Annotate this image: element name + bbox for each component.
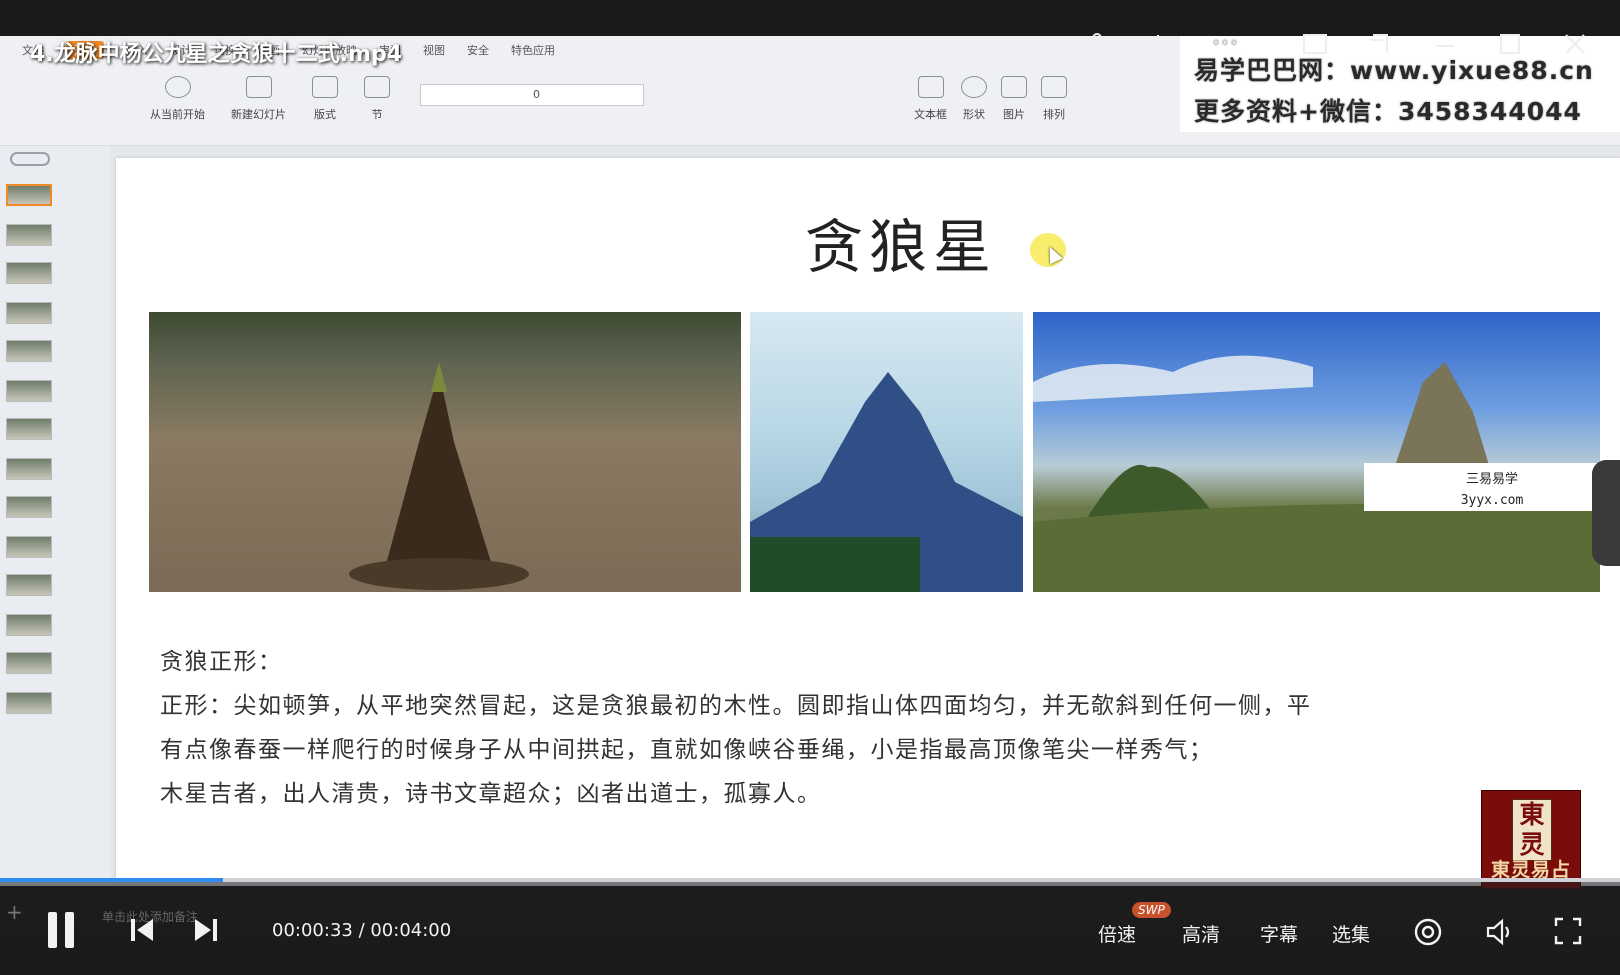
photo-hills-landscape <box>1033 312 1600 592</box>
body-line: 有点像春蚕一样爬行的时候身子从中间拱起，直就如像峡谷垂绳，小是指最高顶像笔尖一样… <box>160 737 1214 763</box>
tool-play-from-current: 从当前开始 <box>150 76 205 122</box>
channel-logo: 東 灵 東灵易占 <box>1481 790 1581 889</box>
photo-pointed-peak <box>750 312 1023 592</box>
more-icon[interactable]: ··· <box>1210 29 1240 62</box>
caption-line-1: 三易易学 <box>1465 472 1518 487</box>
quality-button[interactable]: 高清 <box>1182 920 1220 947</box>
player-controls: + 单击此处添加备注 00:00:33 / 00:04:00 SWP 倍速 高清… <box>0 882 1620 975</box>
layout-icon <box>312 76 338 98</box>
slide-thumbnail <box>6 574 52 596</box>
episodes-button[interactable]: 选集 <box>1332 920 1370 947</box>
top-bar <box>0 0 1620 36</box>
new-slide-icon <box>245 76 272 98</box>
slide-body-text: 贪狼正形： 正形：尖如顿笋，从平地突然冒起，这是贪狼最初的木性。圆即指山体四面均… <box>160 640 1600 816</box>
body-line: 木星吉者，出人清贵，诗书文章超众；凶者出道士，孤寡人。 <box>160 781 822 807</box>
logo-seal: 東 灵 <box>1512 799 1552 861</box>
fullscreen-button[interactable] <box>1553 916 1583 950</box>
prev-button[interactable] <box>128 916 156 948</box>
slide-title: 贪狼星 <box>805 213 998 281</box>
duration: 00:04:00 <box>370 920 452 941</box>
settings-icon <box>1414 918 1442 946</box>
time-display: 00:00:33 / 00:04:00 <box>272 920 451 941</box>
play-circle-icon <box>164 76 191 98</box>
swp-badge: SWP <box>1132 902 1171 918</box>
slide-thumbnail <box>6 262 52 284</box>
textbox-icon <box>917 76 944 98</box>
menu-view: 视图 <box>423 44 445 57</box>
body-line: 正形：尖如顿笋，从平地突然冒起，这是贪狼最初的木性。圆即指山体四面均匀，并无欹斜… <box>160 693 1312 719</box>
speed-button[interactable]: 倍速 <box>1098 920 1136 947</box>
settings-button[interactable] <box>1412 916 1444 952</box>
download-icon[interactable] <box>1143 32 1173 62</box>
side-handle[interactable] <box>1592 460 1620 566</box>
slide-thumbnail <box>6 340 52 362</box>
photo-bamboo-shoot <box>149 312 741 592</box>
plus-icon: + <box>6 900 23 924</box>
shape-icon <box>961 76 987 98</box>
watermark-line-1: 易学巴巴网：www.yixue88.cn <box>1194 56 1594 85</box>
pause-icon <box>48 912 57 948</box>
slide-thumbnail-panel <box>0 146 110 886</box>
tool-layout: 版式 <box>312 76 338 122</box>
tool-textbox: 文本框 <box>914 76 947 122</box>
body-line-heading: 贪狼正形： <box>160 649 283 675</box>
menu-features: 特色应用 <box>511 44 555 57</box>
ppt-toolrow: 从当前开始 新建幻灯片 版式 节 0 文本框 形状 图片 排列 <box>0 76 1180 146</box>
close-icon[interactable] <box>1560 32 1590 62</box>
pause-button[interactable] <box>48 912 76 948</box>
slide-thumbnail <box>6 418 52 440</box>
site-watermark: 易学巴巴网：www.yixue88.cn 更多资料+微信：3458344044 <box>1180 36 1620 132</box>
video-player[interactable]: 文件 开始 插入 设计 切换 动画 幻灯片放映 审阅 视图 安全 特色应用 从当… <box>0 0 1620 975</box>
subtitle-button[interactable]: 字幕 <box>1260 920 1298 947</box>
font-size-box: 0 <box>420 84 644 106</box>
video-title: 4.龙脉中杨公九星之贪狼十二式.mp4 <box>30 42 403 67</box>
slide-thumbnail <box>6 652 52 674</box>
current-time: 00:00:33 <box>272 920 353 941</box>
tool-picture: 图片 <box>1001 76 1027 122</box>
slide-thumbnail <box>6 692 52 714</box>
section-icon <box>364 76 390 98</box>
slide-thumbnail <box>6 302 52 324</box>
share-icon[interactable] <box>1075 32 1105 62</box>
next-icon <box>195 919 217 941</box>
arrange-icon <box>1041 76 1067 98</box>
volume-button[interactable] <box>1484 916 1516 952</box>
minimize-icon[interactable] <box>1430 32 1460 62</box>
tool-arrange: 排列 <box>1041 76 1067 122</box>
prev-icon <box>131 919 153 941</box>
time-separator: / <box>352 920 371 941</box>
maximize-icon[interactable] <box>1495 32 1525 62</box>
panel-toggle-icon <box>10 152 50 166</box>
menu-security: 安全 <box>467 44 489 57</box>
slide-thumbnail <box>6 224 52 246</box>
tool-shape: 形状 <box>961 76 987 122</box>
caption-line-2: 3yyx.com <box>1460 493 1524 508</box>
picture-icon <box>1001 76 1027 98</box>
slide-thumbnail <box>6 458 52 480</box>
slide-thumbnail <box>6 496 52 518</box>
pin-icon[interactable] <box>1365 32 1395 62</box>
pip-icon[interactable] <box>1300 32 1330 62</box>
volume-icon <box>1486 918 1510 946</box>
tool-new-slide: 新建幻灯片 <box>231 76 286 122</box>
pause-icon-bar <box>65 912 74 948</box>
site-caption-box: 三易易学 3yyx.com <box>1364 463 1620 511</box>
slide-thumbnail <box>6 184 52 206</box>
fullscreen-icon <box>1554 917 1582 945</box>
tool-section: 节 <box>364 76 390 122</box>
slide-thumbnail <box>6 614 52 636</box>
slide-thumbnail <box>6 536 52 558</box>
next-button[interactable] <box>192 916 220 948</box>
watermark-line-2: 更多资料+微信：3458344044 <box>1194 97 1582 126</box>
slide-thumbnail <box>6 380 52 402</box>
